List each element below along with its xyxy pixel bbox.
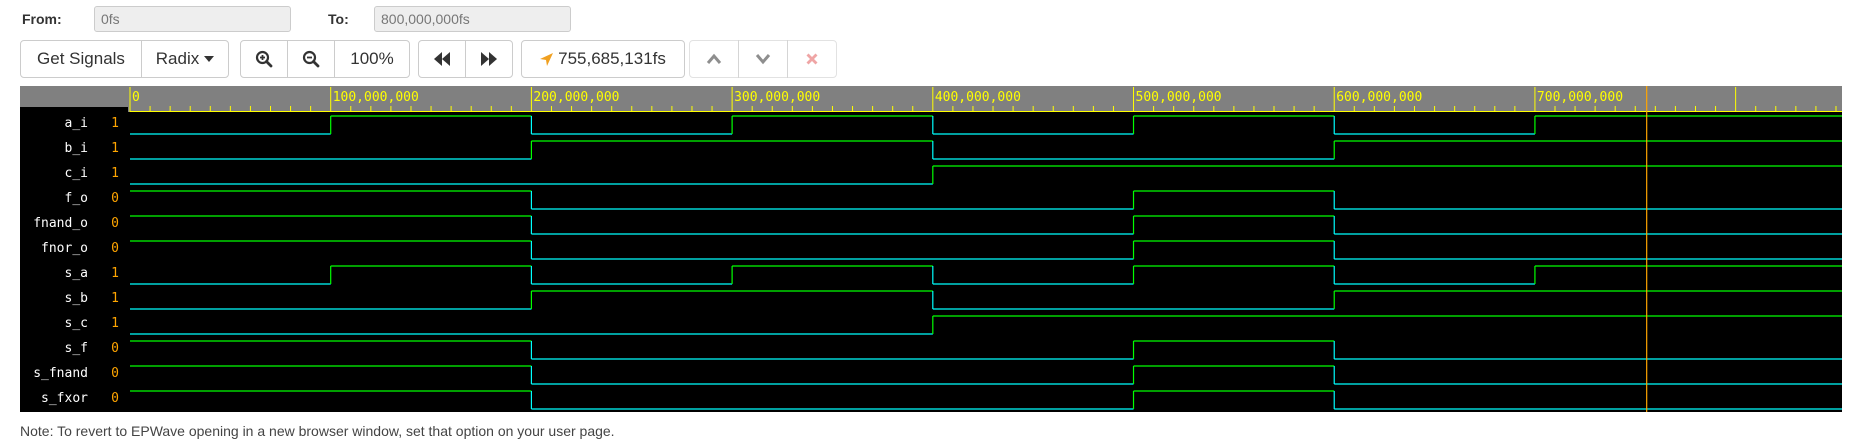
chevron-down-icon	[755, 53, 771, 65]
signal-name-f_o[interactable]: f_o	[65, 191, 88, 206]
signal-name-c_i[interactable]: c_i	[65, 166, 88, 181]
signal-name-s_f[interactable]: s_f	[65, 341, 88, 356]
zoom-button-group: 100%	[240, 40, 410, 78]
zoom-level-button[interactable]: 100%	[334, 40, 410, 78]
move-signal-up-button[interactable]	[689, 40, 739, 78]
close-icon	[806, 53, 818, 65]
cursor-time-button[interactable]: 755,685,131fs	[521, 40, 685, 78]
ruler-tick-label: 600,000,000	[1336, 90, 1422, 105]
cursor-time-value: 755,685,131fs	[558, 49, 666, 68]
signal-name-b_i[interactable]: b_i	[65, 141, 88, 156]
next-edge-button[interactable]	[465, 40, 513, 78]
zoom-out-button[interactable]	[287, 40, 335, 78]
from-time-input[interactable]	[94, 6, 291, 32]
ruler-tick-label: 300,000,000	[734, 90, 820, 105]
signal-name-s_fxor[interactable]: s_fxor	[41, 391, 88, 406]
signal-value-b_i: 1	[111, 141, 119, 156]
cursor-time-group: 755,685,131fs	[521, 40, 685, 78]
signal-value-s_fxor: 0	[111, 391, 119, 406]
signal-value-fnor_o: 0	[111, 241, 119, 256]
rewind-icon	[433, 52, 451, 66]
ruler-tick-label: 400,000,000	[935, 90, 1021, 105]
caret-down-icon	[204, 56, 215, 62]
note-text: Note: To revert to EPWave opening in a n…	[20, 423, 615, 439]
signal-value-s_a: 1	[111, 266, 119, 281]
ruler-tick-label: 0	[132, 90, 140, 105]
zoom-in-button[interactable]	[240, 40, 288, 78]
signal-name-fnor_o[interactable]: fnor_o	[41, 241, 88, 256]
fast-forward-icon	[480, 52, 498, 66]
time-range-row: From: To:	[0, 6, 1864, 34]
chevron-up-icon	[706, 53, 722, 65]
signal-value-fnand_o: 0	[111, 216, 119, 231]
zoom-in-icon	[255, 50, 273, 68]
ruler-tick-label: 100,000,000	[333, 90, 419, 105]
signal-name-fnand_o[interactable]: fnand_o	[33, 216, 88, 231]
signal-name-s_c[interactable]: s_c	[65, 316, 88, 331]
ruler-tick-label: 200,000,000	[533, 90, 619, 105]
get-signals-button[interactable]: Get Signals	[20, 40, 142, 78]
signal-value-c_i: 1	[111, 166, 119, 181]
ruler-tick-label: 700,000,000	[1537, 90, 1623, 105]
signal-order-button-group	[689, 40, 837, 78]
signal-value-a_i: 1	[111, 116, 119, 131]
previous-edge-button[interactable]	[418, 40, 466, 78]
remove-signal-button[interactable]	[787, 40, 837, 78]
waveform-canvas[interactable]: 0 100,000,000 200,000,000 300,000,000 400,00…	[20, 86, 1842, 412]
waveform-viewer[interactable]: 0 100,000,000 200,000,000 300,000,000 400,00…	[20, 86, 1842, 412]
signal-value-s_c: 1	[111, 316, 119, 331]
signal-value-s_b: 1	[111, 291, 119, 306]
ruler-tick-label: 500,000,000	[1136, 90, 1222, 105]
move-signal-down-button[interactable]	[738, 40, 788, 78]
signal-name-s_fnand[interactable]: s_fnand	[33, 366, 88, 381]
signal-value-s_f: 0	[111, 341, 119, 356]
from-label: From:	[22, 11, 62, 27]
radix-dropdown-button[interactable]: Radix	[141, 40, 229, 78]
signal-value-f_o: 0	[111, 191, 119, 206]
to-time-input[interactable]	[374, 6, 571, 32]
navigation-button-group	[418, 40, 513, 78]
signal-value-s_fnand: 0	[111, 366, 119, 381]
signal-name-s_a[interactable]: s_a	[65, 266, 88, 281]
signal-name-a_i[interactable]: a_i	[65, 116, 88, 131]
radix-label: Radix	[155, 49, 200, 68]
signals-button-group: Get Signals Radix	[20, 40, 229, 78]
location-arrow-icon	[540, 52, 554, 66]
to-label: To:	[328, 11, 349, 27]
zoom-out-icon	[302, 50, 320, 68]
signal-name-s_b[interactable]: s_b	[65, 291, 89, 306]
ruler-left-notch	[20, 107, 128, 112]
